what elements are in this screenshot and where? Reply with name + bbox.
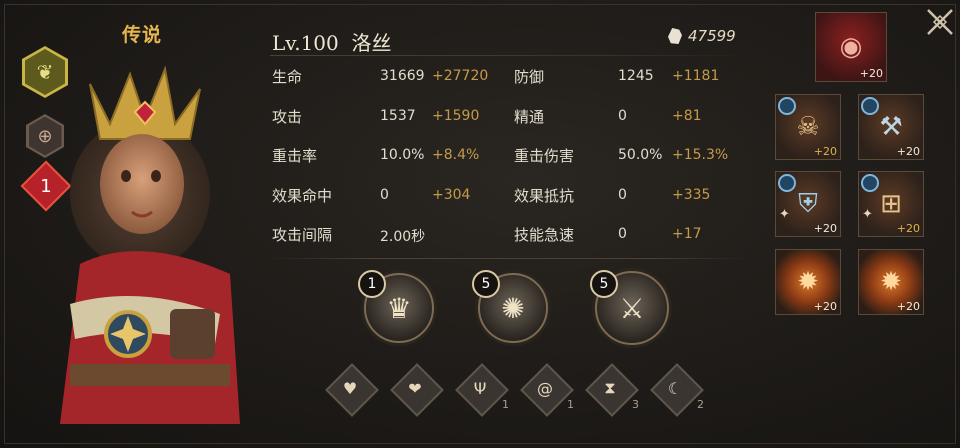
stats-divider <box>270 258 750 259</box>
equip-armor-1-slot[interactable]: ✦ ⛨ +20 <box>775 171 841 237</box>
spiral-icon: ☾ <box>667 378 683 398</box>
stat-bonus: +335 <box>672 186 711 203</box>
stat-base: 0 <box>618 226 627 242</box>
equip-orb-1-slot[interactable]: ✹ +20 <box>775 249 841 315</box>
equip-orb-2-slot[interactable]: ✹ +20 <box>858 249 924 315</box>
stat-bonus: +17 <box>672 226 702 242</box>
stat-bonus: +81 <box>672 107 702 124</box>
close-icon[interactable] <box>924 6 956 38</box>
stat-base: 1245 <box>618 68 654 84</box>
stat-name: 技能急速 <box>514 226 575 244</box>
stat-row: 攻击 1537 +1590 精通 0 +81 <box>272 106 742 146</box>
equip-level: +20 <box>896 145 920 158</box>
skill-2-level: 5 <box>472 270 500 298</box>
stat-base: 0 <box>618 186 627 203</box>
header-divider <box>270 55 750 56</box>
stat-bonus: +1181 <box>672 68 720 84</box>
stats-grid: 生命 31669 +27720 防御 1245 +1181 攻击 1537 +1… <box>272 66 742 264</box>
heart-icon: ♥ <box>342 378 358 398</box>
combat-power: 47599 <box>668 27 736 45</box>
stat-base: 10.0% <box>380 147 425 163</box>
stat-name: 效果命中 <box>272 186 333 205</box>
combat-power-value: 47599 <box>688 27 736 45</box>
stat-base: 50.0% <box>618 147 663 163</box>
equip-level: +20 <box>896 300 920 313</box>
stat-base: 1537 <box>380 107 416 124</box>
stat-bonus: +304 <box>432 186 471 203</box>
power-fist-icon <box>668 28 682 44</box>
stat-bonus: +1590 <box>432 107 480 124</box>
equip-level: +20 <box>813 300 837 313</box>
stat-row: 效果命中 0 +304 效果抵抗 0 +335 <box>272 185 742 225</box>
stat-bonus: +8.4% <box>432 147 480 163</box>
stat-name: 攻击 <box>272 107 303 126</box>
stat-name: 效果抵抗 <box>514 186 575 205</box>
stat-name: 防御 <box>514 68 545 86</box>
stat-name: 重击率 <box>272 147 318 165</box>
stat-row: 重击率 10.0% +8.4% 重击伤害 50.0% +15.3% <box>272 145 742 185</box>
equip-boss-slot[interactable]: ◉ +20 <box>815 12 887 82</box>
equip-level: +20 <box>813 222 837 235</box>
rune-count: 2 <box>697 398 704 411</box>
equip-armor-2-slot[interactable]: ✦ ⊞ +20 <box>858 171 924 237</box>
equip-level: +20 <box>896 222 920 235</box>
heart-hand-icon: ❤ <box>408 378 422 398</box>
stat-base: 0 <box>618 107 627 124</box>
equip-weapon-2-slot[interactable]: ⚒ +20 <box>858 94 924 160</box>
stat-name: 精通 <box>514 107 545 126</box>
stat-bonus: +15.3% <box>672 147 729 163</box>
stat-bonus: +27720 <box>432 68 489 84</box>
stat-name: 生命 <box>272 68 303 86</box>
stat-base: 31669 <box>380 68 425 84</box>
rarity-label: 传说 <box>122 24 163 46</box>
stat-name: 攻击间隔 <box>272 226 333 244</box>
hero-title: Lv.100 洛丝 <box>272 27 391 56</box>
hero-name: 洛丝 <box>351 31 392 55</box>
skill-1-level: 1 <box>358 270 386 298</box>
equip-level: +20 <box>813 145 837 158</box>
swirl-icon: @ <box>537 378 553 398</box>
rune-count: 1 <box>567 398 574 411</box>
stat-name: 重击伤害 <box>514 147 575 165</box>
stat-base: 2.00秒 <box>380 229 426 245</box>
rune-count: 3 <box>632 398 639 411</box>
equip-weapon-1-slot[interactable]: ☠ +20 <box>775 94 841 160</box>
hero-level: Lv.100 <box>272 31 339 55</box>
skill-3-level: 5 <box>590 270 618 298</box>
equip-level: +20 <box>859 67 883 80</box>
rune-count: 1 <box>502 398 509 411</box>
stat-row: 生命 31669 +27720 防御 1245 +1181 <box>272 66 742 106</box>
trident-icon: Ψ <box>473 378 487 398</box>
hero-portrait <box>60 65 240 424</box>
stat-base: 0 <box>380 186 389 203</box>
hourglass-icon: ⧗ <box>604 378 616 397</box>
